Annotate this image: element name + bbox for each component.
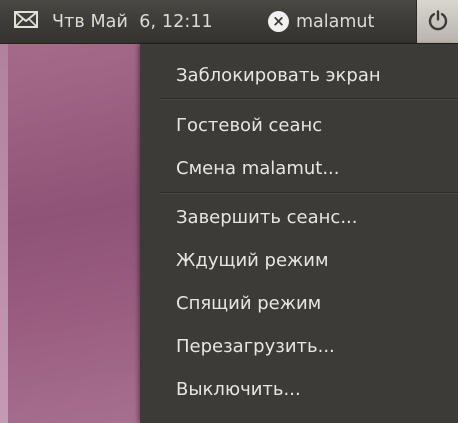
status-icon-glyph: × [272,12,285,30]
session-menu: Заблокировать экран Гостевой сеанс Смена… [140,44,458,423]
menu-item-label: Заблокировать экран [176,64,381,86]
mail-indicator[interactable] [6,0,46,43]
session-menu-button[interactable] [416,0,458,43]
envelope-icon [14,11,38,32]
menu-item-guest-session[interactable]: Гостевой сеанс [176,108,322,142]
desktop-background [0,44,150,423]
clock[interactable]: Чтв Май 6, 12:11 [52,0,213,43]
menu-item-hibernate[interactable]: Спящий режим [176,286,321,320]
menu-item-label: Спящий режим [176,292,322,314]
busy-status-icon: × [268,11,289,32]
menu-item-label: Выключить... [176,378,301,400]
menu-separator [160,98,458,100]
desktop-edge [0,44,8,423]
menu-item-label: Гостевой сеанс [176,114,323,136]
menu-item-suspend[interactable]: Ждущий режим [176,243,329,277]
menu-item-switch-user[interactable]: Смена malamut... [176,151,340,185]
power-icon [427,9,449,35]
menu-item-shut-down[interactable]: Выключить... [176,372,301,406]
menu-item-label: Перезагрузить... [176,335,335,357]
menu-item-label: Смена malamut... [176,157,340,179]
screen: Чтв Май 6, 12:11 × malamut Заблокировать… [0,0,458,423]
me-menu[interactable]: × malamut [268,0,374,43]
clock-text: Чтв Май 6, 12:11 [52,11,213,32]
user-name: malamut [296,11,375,32]
menu-item-lock-screen[interactable]: Заблокировать экран [176,58,381,92]
menu-separator [160,192,458,194]
menu-item-label: Завершить сеанс... [176,206,358,228]
menu-item-label: Ждущий режим [176,249,329,271]
menu-item-log-out[interactable]: Завершить сеанс... [176,200,358,234]
top-panel: Чтв Май 6, 12:11 × malamut [0,0,458,44]
menu-item-restart[interactable]: Перезагрузить... [176,329,335,363]
